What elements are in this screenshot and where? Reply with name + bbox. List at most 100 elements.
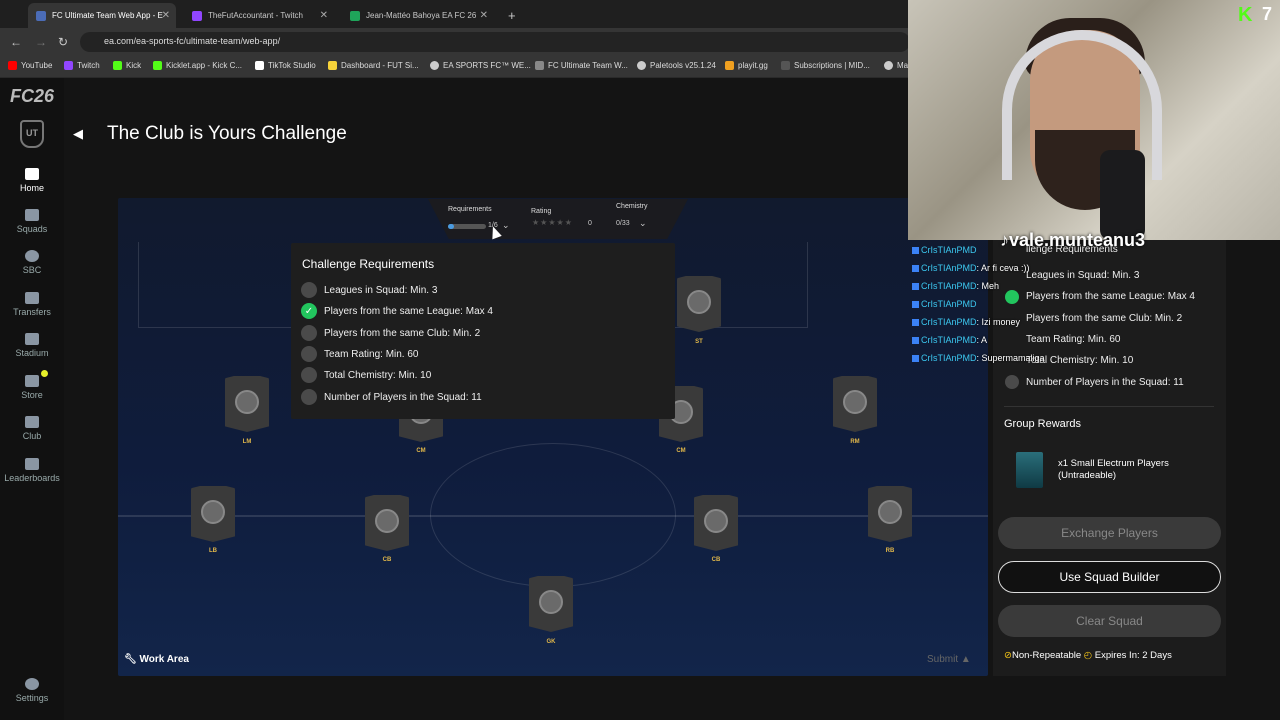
popup-title: Challenge Requirements [302, 257, 435, 271]
chat-message: CrIsTIAnPMD [912, 245, 977, 255]
position-label: CM [676, 448, 686, 454]
browser-tab[interactable]: TheFutAccountant - Twitch ✕ [184, 3, 334, 28]
work-area-button[interactable]: 🔧︎ Work Area [124, 654, 189, 665]
home-icon [25, 168, 39, 180]
browser-tab[interactable]: Jean-Mattéo Bahoya EA FC 26 ✕ [342, 3, 494, 28]
nav-club[interactable]: Club [0, 416, 64, 441]
bookmark[interactable]: Paletools v25.1.24 [637, 61, 716, 70]
player-slot-cb[interactable] [365, 495, 409, 551]
position-label: ST [695, 339, 703, 345]
chat-message: CrIsTIAnPMD: A [912, 335, 987, 345]
rating-value: 0 [588, 220, 592, 227]
new-tab-button[interactable]: + [500, 3, 524, 28]
player-slot-st[interactable] [677, 276, 721, 332]
browser-tab[interactable]: FC Ultimate Team Web App - E ✕ [28, 3, 176, 28]
tiktok-handle: ♪vale.munteanu3 [1000, 230, 1146, 250]
chemistry-label: Chemistry [616, 203, 648, 210]
club-icon [25, 416, 39, 428]
requirements-label: Requirements [448, 206, 492, 213]
address-bar[interactable]: ea.com/ea-sports-fc/ultimate-team/web-ap… [80, 32, 910, 52]
pending-icon [301, 282, 317, 298]
clear-squad-button[interactable]: Clear Squad [998, 605, 1221, 637]
empty-player-icon [687, 290, 711, 314]
forward-icon[interactable]: → [35, 35, 47, 49]
nav-store[interactable]: Store [0, 375, 64, 400]
player-slot-rm[interactable] [833, 376, 877, 432]
bookmark[interactable]: YouTube [8, 61, 52, 70]
empty-player-icon [375, 509, 399, 533]
player-slot-cb[interactable] [694, 495, 738, 551]
requirements-progress[interactable] [448, 224, 486, 229]
position-label: LB [209, 548, 217, 554]
position-label: RM [850, 439, 860, 445]
player-slot-rb[interactable] [868, 486, 912, 542]
submit-button[interactable]: Submit ▲ [927, 654, 971, 665]
checkmark-icon: ✓ [301, 303, 317, 319]
bookmark[interactable]: Ma [884, 61, 908, 70]
reload-icon[interactable]: ↻ [58, 35, 68, 49]
empty-player-icon [878, 500, 902, 524]
chat-message: CrIsTIAnPMD: Supermamaliga [912, 353, 1045, 363]
back-button[interactable]: ◀ [73, 126, 83, 142]
panel-requirement: Leagues in Squad: Min. 3 [1026, 270, 1140, 281]
use-squad-builder-button[interactable]: Use Squad Builder [998, 561, 1221, 593]
divider [1004, 406, 1214, 407]
chevron-down-icon[interactable]: ⌄ [502, 220, 510, 231]
player-slot-lm[interactable] [225, 376, 269, 432]
bookmark[interactable]: FC Ultimate Team W... [535, 61, 628, 70]
close-tab-icon[interactable]: ✕ [162, 10, 170, 21]
close-tab-icon[interactable]: ✕ [480, 10, 488, 21]
bookmark[interactable]: Twitch [64, 61, 100, 70]
center-circle [430, 443, 676, 587]
panel-requirement: Players from the same Club: Min. 2 [1026, 313, 1183, 324]
checkmark-icon [1005, 290, 1019, 304]
pack-icon [1016, 452, 1043, 488]
player-slot-gk[interactable] [529, 576, 573, 632]
close-tab-icon[interactable]: ✕ [320, 10, 328, 21]
requirement-item: Total Chemistry: Min. 10 [301, 367, 431, 383]
position-label: GK [546, 639, 556, 645]
exchange-players-button[interactable]: Exchange Players [998, 517, 1221, 549]
bookmark[interactable]: Kick [113, 61, 141, 70]
back-icon[interactable]: ← [10, 35, 22, 49]
bookmark[interactable]: Dashboard - FUT Si... [328, 61, 419, 70]
squads-icon [25, 209, 39, 221]
stadium-icon [25, 333, 39, 345]
requirement-item: Team Rating: Min. 60 [301, 346, 419, 362]
twitch-tab-icon [192, 10, 202, 21]
panel-requirement: Number of Players in the Squad: 11 [1026, 377, 1184, 388]
nav-home[interactable]: Home [0, 168, 64, 193]
empty-player-icon [539, 590, 563, 614]
bookmark[interactable]: playit.gg [725, 61, 768, 70]
bookmark[interactable]: Kicklet.app - Kick C... [153, 61, 242, 70]
nav-leaderboards[interactable]: Leaderboards [0, 458, 64, 483]
bookmark[interactable]: TikTok Studio [255, 61, 316, 70]
empty-player-icon [843, 390, 867, 414]
nav-stadium[interactable]: Stadium [0, 333, 64, 358]
panel-requirement: Team Rating: Min. 60 [1026, 334, 1121, 345]
pending-icon [301, 389, 317, 405]
notification-dot [41, 370, 48, 377]
chevron-down-icon[interactable]: ⌄ [639, 218, 647, 229]
futbin-tab-icon [350, 10, 360, 21]
chat-message: CrIsTIAnPMD: Ar fi ceva :)) [912, 263, 1030, 273]
gear-icon [25, 678, 39, 690]
bookmark[interactable]: EA SPORTS FC™ WE... [430, 61, 531, 70]
nav-transfers[interactable]: Transfers [0, 292, 64, 317]
transfers-icon [25, 292, 39, 304]
nav-squads[interactable]: Squads [0, 209, 64, 234]
requirement-item: Players from the same Club: Min. 2 [301, 325, 480, 341]
pending-icon [301, 367, 317, 383]
fc26-logo: FC26 [10, 86, 55, 106]
nav-settings[interactable]: Settings [0, 678, 64, 703]
chemistry-value: 0/33 [616, 220, 630, 227]
panel-requirement: Players from the same League: Max 4 [1026, 291, 1195, 302]
chat-message: CrIsTIAnPMD [912, 299, 977, 309]
cart-icon [25, 375, 39, 387]
player-slot-lb[interactable] [191, 486, 235, 542]
page-title: The Club is Yours Challenge [107, 123, 347, 144]
kick-logo-icon: K [1238, 4, 1253, 26]
nav-sbc[interactable]: SBC [0, 250, 64, 275]
ut-logo: UT [20, 120, 44, 148]
bookmark[interactable]: Subscriptions | MID... [781, 61, 870, 70]
